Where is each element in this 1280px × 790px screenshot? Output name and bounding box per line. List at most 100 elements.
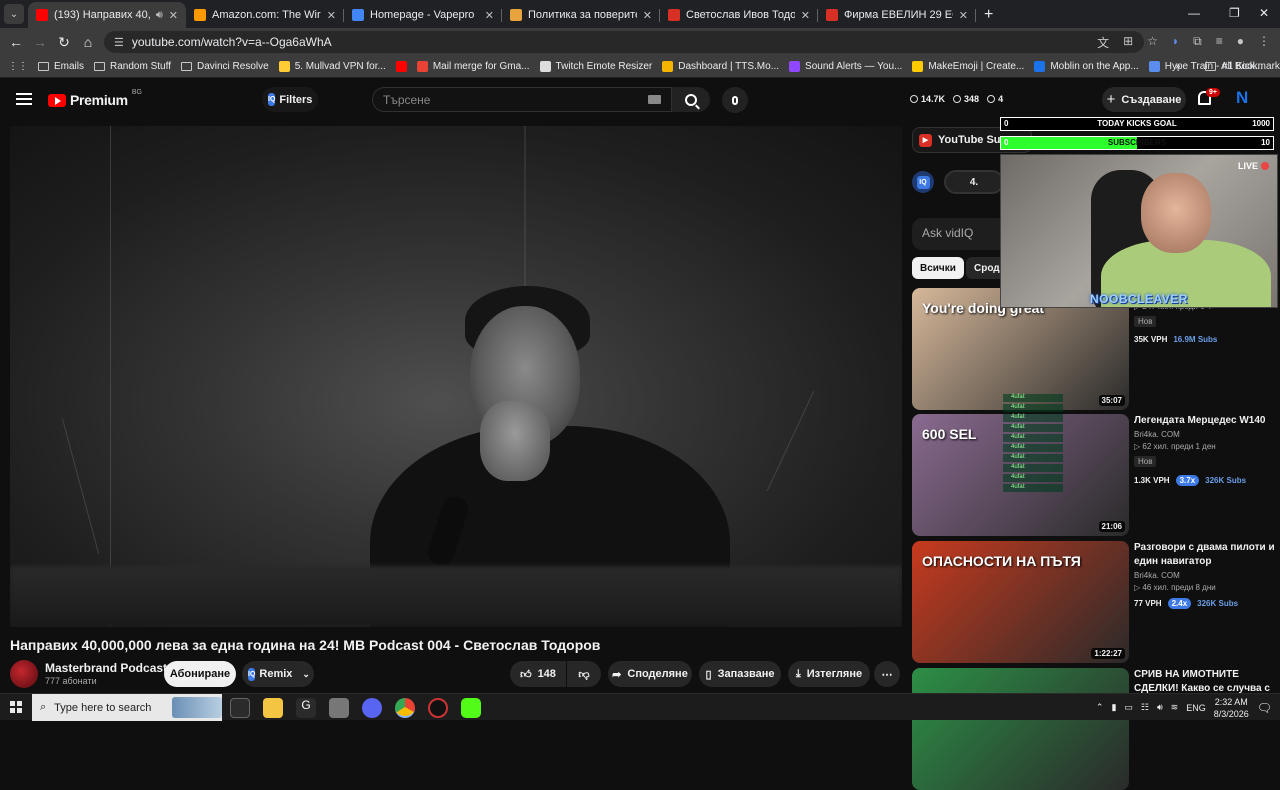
- share-button[interactable]: ➦ Споделяне: [608, 661, 692, 687]
- tab-close-icon[interactable]: ✕: [485, 9, 494, 22]
- extension-icon[interactable]: ◗: [1172, 34, 1179, 51]
- bookmark-item[interactable]: Sound Alerts — You...: [784, 61, 907, 72]
- translate-icon[interactable]: 文: [1097, 34, 1109, 51]
- ask-vidiq-input[interactable]: Ask vidIQ: [912, 218, 1008, 250]
- file-explorer-icon[interactable]: [263, 698, 283, 718]
- site-info-icon[interactable]: ☰: [114, 36, 124, 49]
- vidiq-score[interactable]: 4.: [944, 170, 1004, 194]
- bookmark-item[interactable]: Emails: [33, 61, 89, 72]
- recommended-video[interactable]: СРИВ НА ИМОТНИТЕ СДЕЛКИ! Какво се случва…: [912, 668, 1280, 790]
- forward-icon[interactable]: →: [28, 34, 52, 50]
- bookmark-item[interactable]: Davinci Resolve: [176, 61, 274, 72]
- volume-icon[interactable]: 🔊︎: [1157, 702, 1163, 713]
- bookmark-item[interactable]: Dashboard | TTS.Mo...: [657, 61, 784, 72]
- bookmark-item[interactable]: Twitch Emote Resizer: [535, 61, 658, 72]
- bookmark-item[interactable]: 5. Mullvad VPN for...: [274, 61, 391, 72]
- tab-close-icon[interactable]: ✕: [801, 9, 810, 22]
- discord-icon[interactable]: [362, 698, 382, 718]
- chip-all[interactable]: Всички: [912, 257, 964, 279]
- reload-icon[interactable]: ↻: [52, 34, 76, 51]
- bookmark-star-icon[interactable]: ☆: [1147, 34, 1158, 51]
- close-window-icon[interactable]: ✕: [1259, 6, 1269, 20]
- tab-search-button[interactable]: ⌄: [4, 4, 24, 24]
- mic-tray-icon[interactable]: ▮: [1111, 702, 1116, 713]
- bookmark-item[interactable]: MakeEmoji | Create...: [907, 61, 1029, 72]
- maximize-icon[interactable]: ❐: [1229, 6, 1240, 20]
- download-button[interactable]: ⤓ Изтегляне: [788, 661, 870, 687]
- wifi-icon[interactable]: ≋: [1171, 702, 1179, 713]
- video-thumbnail[interactable]: [912, 668, 1129, 790]
- obs-icon[interactable]: [428, 698, 448, 718]
- channel-avatar[interactable]: [10, 660, 38, 688]
- minimize-icon[interactable]: —: [1188, 6, 1200, 20]
- video-thumbnail[interactable]: ОПАСНОСТИ НА ПЪТЯ 1:22:27: [912, 541, 1129, 663]
- menu-icon[interactable]: ⋮: [1258, 34, 1270, 51]
- guide-menu-icon[interactable]: [16, 93, 32, 105]
- browser-tab[interactable]: Фирма ЕВЕЛИН 29 ЕООД (Evel ✕: [818, 2, 976, 28]
- bookmark-item[interactable]: [391, 61, 412, 72]
- browser-tab[interactable]: Homepage - Vapepro ✕: [344, 2, 502, 28]
- tab-close-icon[interactable]: ✕: [643, 9, 652, 22]
- windows-start-icon[interactable]: [10, 701, 22, 713]
- url-bar[interactable]: ☰ youtube.com/watch?v=a--Oga6aWhA: [104, 31, 1144, 53]
- tab-audio-icon[interactable]: 🔊︎: [156, 9, 163, 22]
- vidiq-filters-button[interactable]: IQ Filters: [262, 87, 318, 112]
- browser-tab[interactable]: Светослав Ивов Тодоров - со ✕: [660, 2, 818, 28]
- apps-icon[interactable]: ⋮⋮: [0, 61, 33, 72]
- tray-chevron-icon[interactable]: ⌃: [1096, 702, 1104, 713]
- notification-center-icon[interactable]: 🗨︎: [1257, 701, 1272, 715]
- recommended-channel[interactable]: Bri4ka. COM: [1134, 571, 1180, 580]
- create-button[interactable]: + Създаване: [1102, 87, 1186, 112]
- tab-close-icon[interactable]: ✕: [169, 9, 178, 22]
- like-button[interactable]: 👍︎ 148: [510, 661, 566, 687]
- more-bookmarks-icon[interactable]: »: [1170, 61, 1186, 72]
- account-avatar[interactable]: N: [1236, 88, 1252, 110]
- kick-icon[interactable]: [461, 698, 481, 718]
- extensions-puzzle-icon[interactable]: ⧉: [1193, 34, 1202, 51]
- recommended-title[interactable]: СРИВ НА ИМОТНИТЕ СДЕЛКИ! Какво се случва…: [1134, 668, 1278, 696]
- app-g-icon[interactable]: G: [296, 698, 316, 718]
- app-window-icon[interactable]: [329, 698, 349, 718]
- all-bookmarks[interactable]: All Bookmarks: [1200, 61, 1280, 72]
- bookmark-item[interactable]: Random Stuff: [89, 61, 176, 72]
- browser-tab[interactable]: (193) Направих 40,000,000 🔊︎ ✕: [28, 2, 186, 28]
- keyboard-icon[interactable]: [648, 95, 661, 104]
- search-button[interactable]: [672, 87, 710, 112]
- browser-tab[interactable]: Amazon.com: The Wire: The Co ✕: [186, 2, 344, 28]
- taskbar-search-input[interactable]: ⌕ Type here to search: [32, 694, 222, 721]
- youtube-premium-logo[interactable]: Premium BG: [48, 89, 142, 108]
- remix-button[interactable]: IQ Remix ⌄: [242, 661, 314, 687]
- network-icon[interactable]: ☷: [1141, 702, 1149, 713]
- browser-tab[interactable]: Политика за поверителност и ✕: [502, 2, 660, 28]
- media-control-icon[interactable]: ≡: [1216, 34, 1223, 51]
- recommended-video[interactable]: 600 SEL 21:06 Легендата Мерцедес W140 Bri4k…: [912, 414, 1280, 536]
- recommended-video[interactable]: ОПАСНОСТИ НА ПЪТЯ 1:22:27 Разговори с двам…: [912, 541, 1280, 663]
- search-input[interactable]: Търсене: [372, 87, 672, 112]
- channel-name[interactable]: Masterbrand Podcast: [45, 661, 167, 675]
- task-view-icon[interactable]: [230, 698, 250, 718]
- thumbnail-text: ОПАСНОСТИ НА ПЪТЯ: [922, 553, 1081, 569]
- home-icon[interactable]: ⌂: [76, 34, 100, 50]
- recommended-channel[interactable]: Bri4ka. COM: [1134, 430, 1180, 439]
- display-icon[interactable]: ▭: [1124, 702, 1133, 713]
- dislike-button[interactable]: 👎︎: [567, 661, 601, 687]
- back-icon[interactable]: ←: [4, 34, 28, 50]
- subscribe-button[interactable]: Абониране: [164, 661, 236, 687]
- tab-close-icon[interactable]: ✕: [327, 9, 336, 22]
- more-actions-button[interactable]: ⋯: [874, 661, 900, 687]
- new-tab-button[interactable]: +: [976, 6, 1001, 28]
- recommended-title[interactable]: Разговори с двама пилоти и един навигато…: [1134, 541, 1278, 569]
- clock[interactable]: 2:32 AM 8/3/2026: [1214, 696, 1249, 720]
- bookmark-item[interactable]: Moblin on the App...: [1029, 61, 1143, 72]
- profile-icon[interactable]: ●: [1237, 34, 1244, 51]
- voice-search-button[interactable]: [722, 87, 748, 113]
- language-indicator[interactable]: ENG: [1186, 703, 1206, 713]
- save-button[interactable]: ▯ Запазване: [699, 661, 781, 687]
- search-placeholder: Търсене: [383, 93, 431, 107]
- install-icon[interactable]: ⊞: [1123, 34, 1133, 51]
- bookmark-item[interactable]: Mail merge for Gma...: [412, 61, 535, 72]
- chrome-icon[interactable]: [395, 698, 415, 718]
- video-player[interactable]: [10, 126, 902, 627]
- tab-close-icon[interactable]: ✕: [959, 9, 968, 22]
- recommended-title[interactable]: Легендата Мерцедес W140: [1134, 414, 1278, 428]
